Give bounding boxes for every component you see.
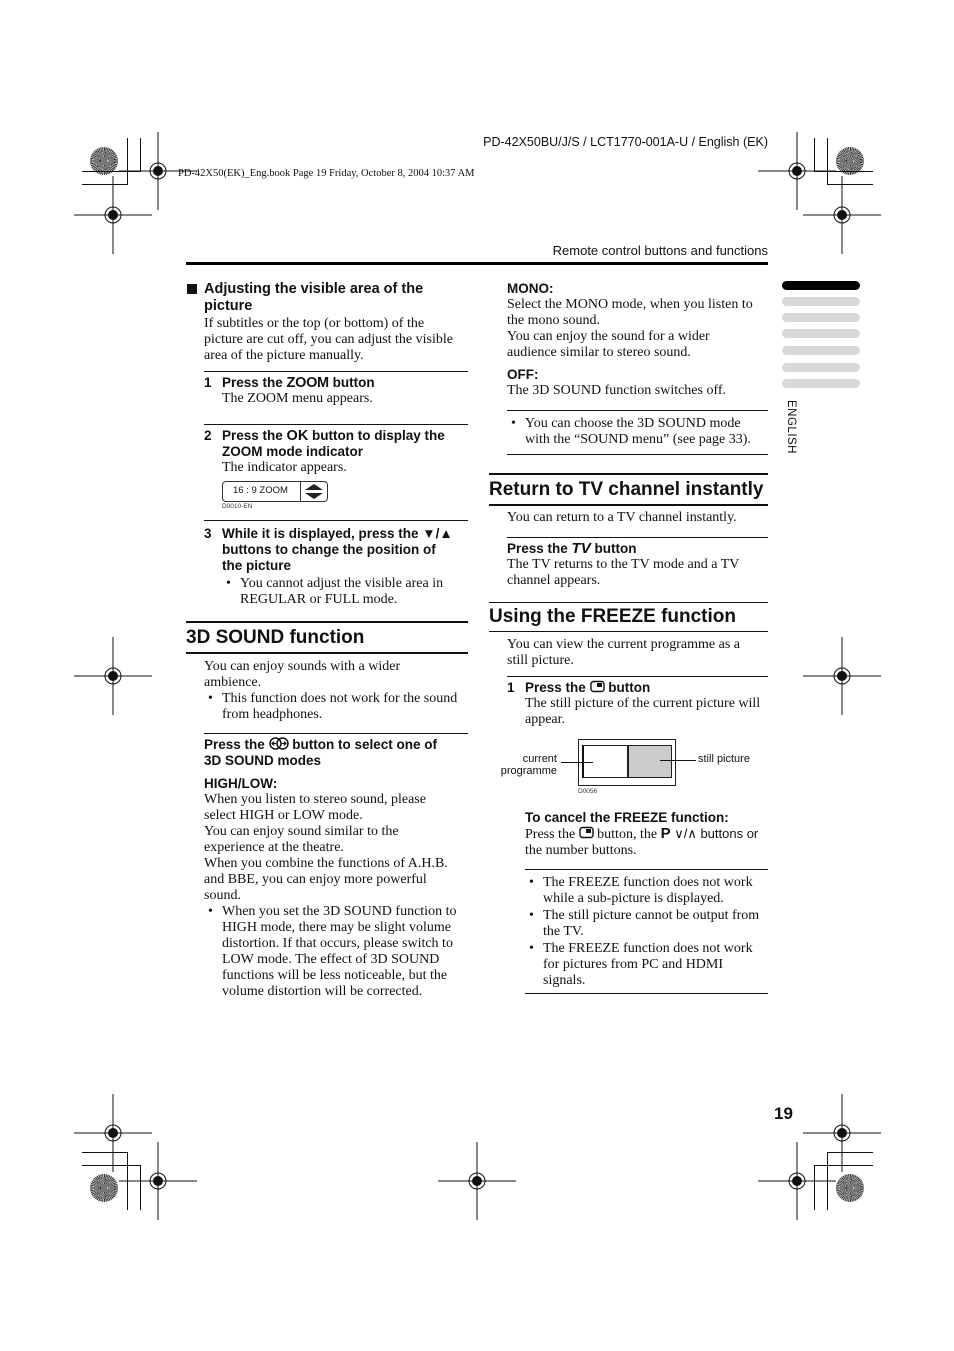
tv-key-label: TV	[571, 540, 591, 557]
divider	[204, 371, 468, 372]
freeze-note: The still picture cannot be output fromt…	[525, 908, 768, 940]
zoom-key-label: ZOOM	[286, 375, 330, 391]
section-rule	[489, 473, 768, 475]
sound-intro: You can enjoy sounds with a wider ambien…	[204, 659, 401, 690]
chapter-tab	[782, 379, 860, 388]
divider	[507, 537, 768, 538]
sound-press-step: Press the button to select one of 3D SOU…	[204, 737, 438, 791]
p-key-label: P	[660, 825, 671, 842]
sound-section-title: 3D SOUND function	[186, 627, 365, 648]
zoom-mode-indicator: 16 : 9 ZOOM	[222, 481, 328, 502]
highlow-body: When you listen to stereo sound, please …	[204, 792, 448, 903]
freeze-note: The FREEZE function does not workfor pic…	[525, 941, 768, 989]
square-bullet-icon	[187, 284, 197, 294]
tv-intro: You can return to a TV channel instantly…	[507, 510, 737, 525]
still-picture-screen	[628, 745, 672, 778]
page-number: 19	[774, 1104, 793, 1123]
sound-note: This function does not work for the soun…	[204, 691, 468, 723]
ok-key-label: OK	[286, 428, 309, 444]
still-picture-label: still picture	[698, 753, 750, 765]
section-rule	[489, 631, 768, 632]
current-programme-label: current programme	[500, 753, 557, 777]
adjust-heading: Adjusting the visible area of the pictur…	[186, 281, 468, 315]
zoom-step-1: 1 Press the ZOOM button The ZOOM menu ap…	[204, 375, 375, 406]
mono-block: MONO: Select the MONO mode, when you lis…	[507, 281, 753, 398]
tv-section-title: Return to TV channel instantly	[489, 479, 764, 500]
section-rule	[489, 504, 768, 506]
section-rule	[186, 652, 468, 654]
zoom-step-3: 3 While it is displayed, press the ▼/▲ b…	[186, 526, 468, 608]
chapter-tab	[782, 363, 860, 372]
zoom-step-2: 2 Press the OK button to display the ZOO…	[204, 428, 445, 475]
freeze-notes: The FREEZE function does not workwhile a…	[525, 875, 768, 989]
registration-marks	[0, 0, 954, 1351]
divider	[525, 869, 768, 870]
divider	[507, 410, 768, 411]
right-column: MONO: Select the MONO mode, when you lis…	[489, 281, 768, 728]
freeze-button-icon	[589, 680, 605, 693]
divider	[204, 424, 468, 425]
language-label: ENGLISH	[785, 400, 797, 454]
freeze-note: The FREEZE function does not workwhile a…	[525, 875, 768, 907]
chapter-tab	[782, 297, 860, 306]
document-id: PD-42X50BU/J/S / LCT1770-001A-U / Englis…	[483, 135, 768, 149]
divider	[507, 676, 768, 677]
up-down-arrow-icon	[305, 484, 323, 499]
divider	[525, 993, 768, 994]
section-rule	[489, 602, 768, 603]
indicator-text: 16 : 9 ZOOM	[233, 485, 288, 496]
freeze-step-1: 1 Press the button The still picture of …	[507, 680, 761, 727]
figure-code: D0056	[578, 788, 598, 795]
tv-press-step: Press the TV button The TV returns to th…	[507, 540, 740, 589]
divider	[204, 733, 468, 734]
section-rule	[186, 621, 468, 623]
left-column-lower: 3 While it is displayed, press the ▼/▲ b…	[186, 520, 468, 1000]
book-file-line: PD-42X50(EK)_Eng.book Page 19 Friday, Oc…	[178, 168, 475, 179]
figure-code: D0010-EN	[222, 503, 253, 510]
chapter-tab-active	[782, 281, 860, 290]
adjust-intro: If subtitles or the top (or bottom) of t…	[204, 316, 453, 363]
freeze-intro: You can view the current programme as a …	[507, 637, 741, 668]
freeze-button-icon	[578, 826, 594, 839]
chapter-tab	[782, 313, 860, 322]
freeze-section-title: Using the FREEZE function	[489, 606, 736, 627]
divider	[204, 520, 468, 521]
running-head: Remote control buttons and functions	[552, 243, 768, 258]
divider	[507, 454, 768, 455]
sound-menu-note: You can choose the 3D SOUND mode with th…	[507, 416, 768, 448]
freeze-cancel: To cancel the FREEZE function: Press the…	[525, 810, 768, 994]
header-rule	[186, 262, 768, 265]
chapter-tab	[782, 346, 860, 355]
chapter-tab	[782, 329, 860, 338]
highlow-note: When you set the 3D SOUND function to HI…	[204, 904, 468, 1000]
3d-sound-button-icon	[268, 737, 289, 750]
left-column: Adjusting the visible area of the pictur…	[186, 281, 468, 476]
